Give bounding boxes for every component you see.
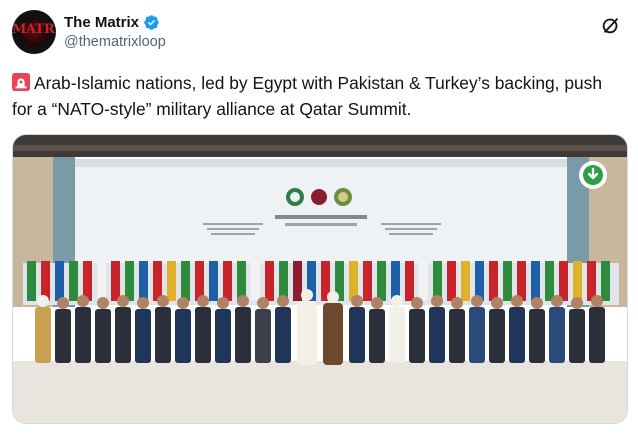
siren-icon xyxy=(12,73,30,91)
avatar-logo: MATRIX xyxy=(12,22,56,37)
name-row: The Matrix xyxy=(64,12,160,32)
download-button[interactable] xyxy=(579,161,607,189)
handle[interactable]: @thematrixloop xyxy=(64,34,166,50)
tweet-header: MATRIX The Matrix @thematrixloop xyxy=(12,8,626,58)
flags-row xyxy=(23,261,619,305)
display-name[interactable]: The Matrix xyxy=(64,14,139,31)
tweet-body: Arab-Islamic nations, led by Egypt with … xyxy=(12,73,603,119)
tweet-text: Arab-Islamic nations, led by Egypt with … xyxy=(12,70,626,122)
verified-badge-icon xyxy=(144,14,159,30)
download-icon xyxy=(583,165,603,185)
avatar[interactable]: MATRIX xyxy=(12,10,56,54)
summit-photo-illustration xyxy=(13,135,627,423)
grok-icon[interactable] xyxy=(600,14,622,36)
tweet-photo[interactable] xyxy=(12,134,628,424)
